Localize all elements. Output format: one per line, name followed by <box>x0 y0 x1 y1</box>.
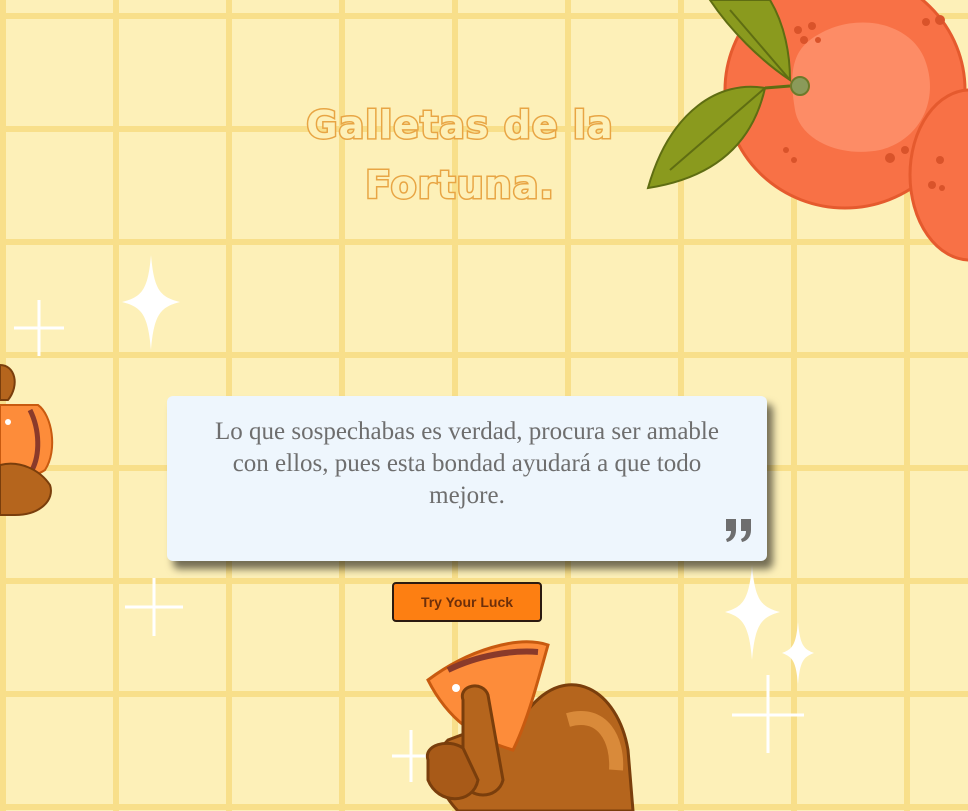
sparkle-cross-icon <box>14 300 64 356</box>
fortune-card: Lo que sospechabas es verdad, procura se… <box>167 396 767 561</box>
page-title: Galletas de la Fortuna. <box>305 102 614 209</box>
sparkle-cross-icon <box>732 675 804 753</box>
try-your-luck-button[interactable]: Try Your Luck <box>392 582 542 622</box>
sparkle-cross-icon <box>392 730 430 782</box>
sparkle-icon <box>725 565 780 660</box>
sparkle-icon <box>122 255 180 350</box>
hand-with-cookie-illustration <box>0 363 54 516</box>
orange-fruit-illustration <box>646 0 968 262</box>
sparkle-icon <box>782 622 814 684</box>
hand-with-cookie-illustration <box>425 640 635 811</box>
quote-icon <box>726 519 751 542</box>
fortune-message: Lo que sospechabas es verdad, procura se… <box>215 418 719 509</box>
sparkle-cross-icon <box>125 578 183 636</box>
